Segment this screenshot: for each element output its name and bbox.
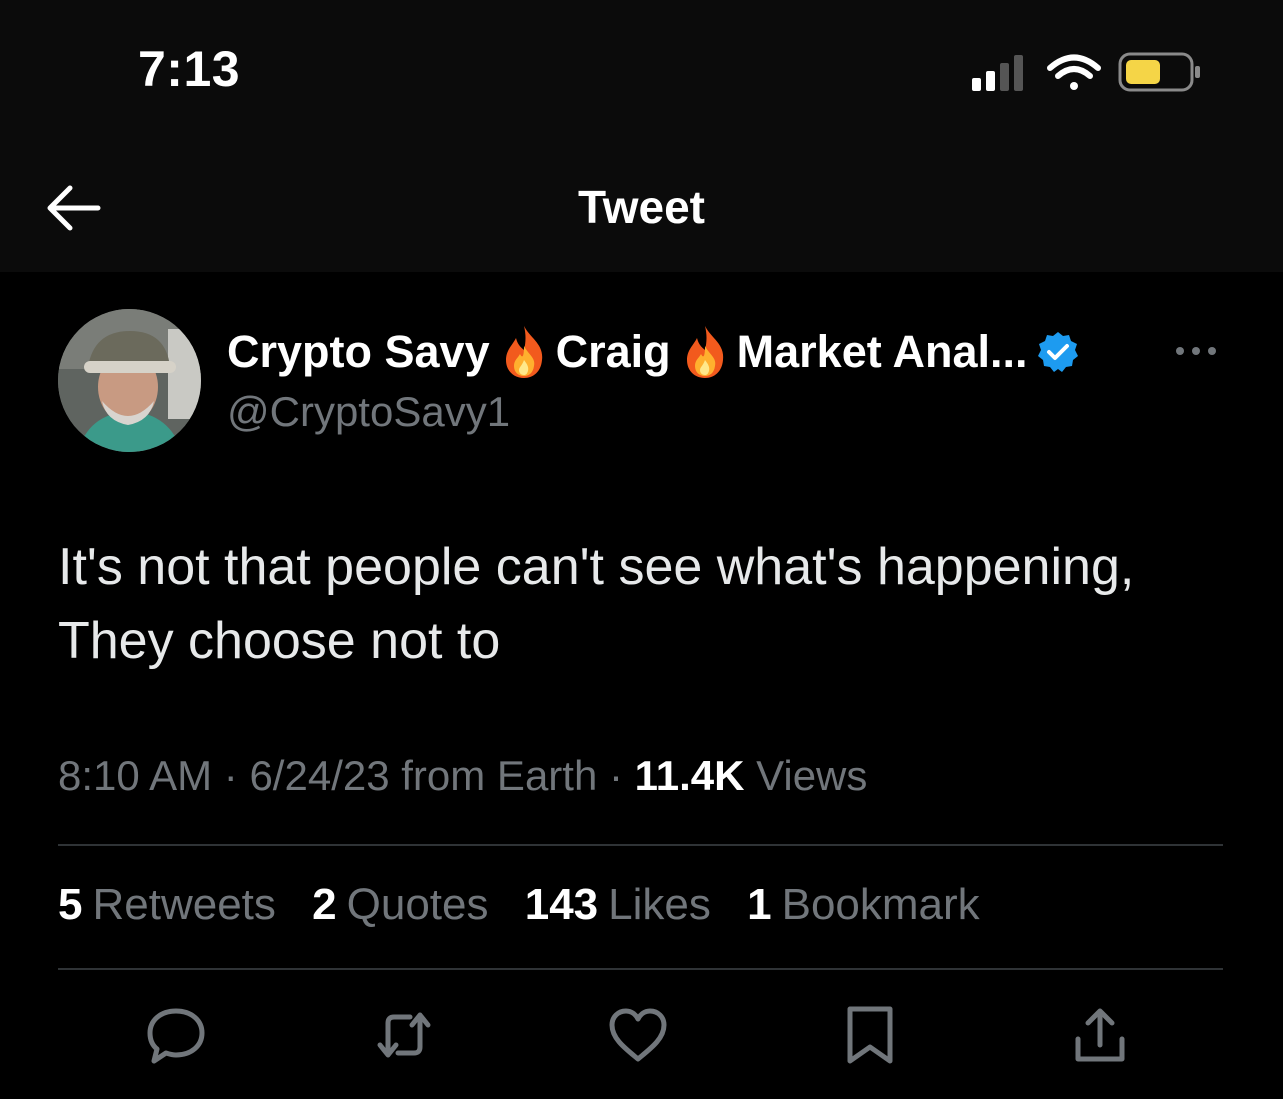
cellular-signal-icon xyxy=(972,55,1023,91)
stat-count: 1 xyxy=(747,880,772,929)
author-name-part: Crypto Savy xyxy=(227,326,490,377)
wifi-icon xyxy=(1047,54,1101,90)
tweet-meta: 8:10 AM · 6/24/23 from Earth · 11.4K Vie… xyxy=(58,752,867,800)
status-icons xyxy=(972,52,1200,92)
top-bar: 7:13 Tweet xyxy=(0,0,1283,272)
tweet-text-line: They choose not to xyxy=(58,612,501,670)
stat-label: Bookmark xyxy=(781,880,980,929)
tweet-source: from Earth xyxy=(401,752,598,799)
fire-emoji-icon xyxy=(505,326,542,378)
stat-likes[interactable]: 143 Likes xyxy=(525,880,711,929)
battery-icon xyxy=(1118,52,1200,92)
stat-quotes[interactable]: 2 Quotes xyxy=(312,880,488,929)
author-name[interactable]: Crypto Savy Craig Market Anal... xyxy=(227,322,1080,382)
bookmark-icon[interactable] xyxy=(840,1005,900,1065)
divider xyxy=(58,844,1223,846)
author-handle[interactable]: @CryptoSavy1 xyxy=(227,388,510,436)
fire-emoji-icon xyxy=(686,326,723,378)
stat-label: Likes xyxy=(608,880,711,929)
more-options-icon[interactable] xyxy=(1172,336,1220,366)
views-label[interactable]: Views xyxy=(756,752,867,799)
engagement-stats: 5 Retweets 2 Quotes 143 Likes 1 Bookmark xyxy=(58,880,1004,930)
avatar-image xyxy=(58,309,201,452)
page-title: Tweet xyxy=(578,181,705,233)
stat-bookmarks[interactable]: 1 Bookmark xyxy=(747,880,980,929)
stat-count: 5 xyxy=(58,880,83,929)
tweet-date[interactable]: 6/24/23 xyxy=(249,752,389,799)
stat-count: 143 xyxy=(524,880,599,929)
tweet-text-line: It's not that people can't see what's ha… xyxy=(58,538,1135,596)
views-count[interactable]: 11.4K xyxy=(635,752,745,799)
stat-label: Retweets xyxy=(92,880,276,929)
meta-separator: · xyxy=(223,752,238,799)
stat-retweets[interactable]: 5 Retweets xyxy=(58,880,276,929)
verified-badge-icon xyxy=(1037,332,1078,372)
share-icon[interactable] xyxy=(1070,1005,1130,1065)
avatar[interactable] xyxy=(58,309,201,452)
author-name-part: Market Anal... xyxy=(736,326,1028,377)
reply-icon[interactable] xyxy=(146,1005,206,1065)
divider xyxy=(58,968,1223,970)
like-icon[interactable] xyxy=(608,1005,668,1065)
retweet-icon[interactable] xyxy=(374,1005,434,1065)
meta-separator: · xyxy=(609,752,623,799)
author-name-part: Craig xyxy=(555,326,671,377)
status-time: 7:13 xyxy=(138,41,241,97)
stat-label: Quotes xyxy=(346,880,489,929)
tweet-time[interactable]: 8:10 AM xyxy=(58,752,212,799)
stat-count: 2 xyxy=(312,880,337,929)
tweet-text: It's not that people can't see what's ha… xyxy=(58,530,1238,678)
